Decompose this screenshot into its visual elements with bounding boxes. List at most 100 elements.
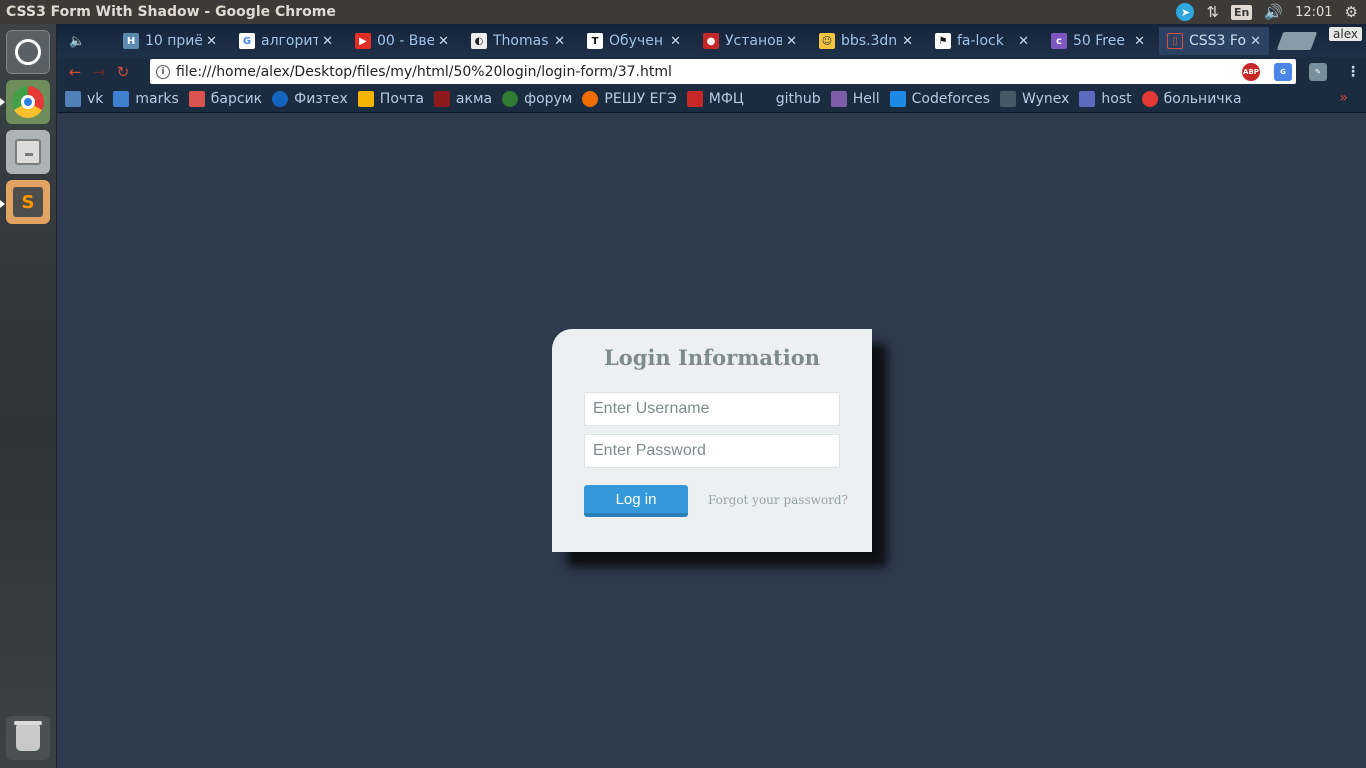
tab[interactable]: G алгорит ✕: [231, 27, 341, 55]
bookmark-item[interactable]: Физтех: [272, 91, 348, 107]
tab[interactable]: c 50 Free ✕: [1043, 27, 1153, 55]
bookmark-item[interactable]: больничка: [1141, 91, 1242, 107]
password-input[interactable]: [584, 434, 840, 468]
forward-arrow-icon[interactable]: →: [87, 63, 111, 81]
bookmark-item[interactable]: барсик: [188, 91, 263, 107]
bookmark-label: Hell: [852, 91, 880, 107]
bookmark-label: Wynex: [1022, 91, 1070, 107]
bookmark-item[interactable]: vk: [65, 91, 103, 107]
bookmark-label: Codeforces: [911, 91, 990, 107]
bookmark-item[interactable]: marks: [113, 91, 179, 107]
chevron-right-icon[interactable]: »: [1339, 90, 1348, 106]
tab-favicon-icon: ☺: [819, 33, 835, 49]
tab-label: Установ: [725, 33, 783, 49]
page-content: Login Information Log in Forgot your pas…: [57, 114, 1366, 768]
google-translate-icon[interactable]: G: [1274, 63, 1292, 81]
tab[interactable]: ◐ Thomas ✕: [463, 27, 573, 55]
close-icon[interactable]: ✕: [554, 34, 565, 49]
telegram-icon[interactable]: ➤: [1176, 3, 1195, 21]
reload-icon[interactable]: ↻: [111, 63, 135, 81]
adblock-icon[interactable]: ABP: [1242, 63, 1260, 81]
speaker-icon: 🔈: [69, 33, 86, 49]
updown-arrows-icon[interactable]: ⇅: [1206, 3, 1219, 21]
login-form: Login Information Log in Forgot your pas…: [552, 329, 872, 552]
bookmark-label: github: [775, 91, 821, 107]
info-icon[interactable]: i: [156, 64, 170, 79]
tab[interactable]: ☺ bbs.3dn ✕: [811, 27, 921, 55]
tab[interactable]: ▶ 00 - Вве ✕: [347, 27, 457, 55]
ubuntu-logo-icon: [15, 39, 41, 65]
tab[interactable]: ⚑ fa-lock ✕: [927, 27, 1037, 55]
menu-icon[interactable]: ⋮: [1344, 63, 1362, 81]
bookmark-label: marks: [135, 91, 179, 107]
tab-label: Thomas: [493, 33, 549, 49]
tab-favicon-icon: T: [587, 33, 603, 49]
tab-audio[interactable]: 🔈: [57, 27, 111, 55]
speaker-icon[interactable]: 🔊: [1264, 3, 1283, 21]
tab-label: 10 приё: [145, 33, 203, 49]
bookmark-item[interactable]: Codeforces: [889, 91, 990, 107]
bookmark-item[interactable]: форум: [502, 91, 572, 107]
chrome-launcher-button[interactable]: [6, 80, 50, 124]
bookmark-label: Почта: [379, 91, 424, 107]
tab-favicon-icon: ▶: [355, 33, 371, 49]
bookmark-item[interactable]: github: [753, 91, 821, 107]
close-icon[interactable]: ✕: [206, 34, 217, 49]
unity-launcher: S: [0, 24, 57, 768]
sublime-launcher-button[interactable]: S: [6, 180, 50, 224]
keyboard-layout-indicator[interactable]: En: [1231, 4, 1253, 20]
tab-strip: 🔈 H 10 приё ✕ G алгорит ✕ ▶ 00 - Вве ✕ ◐…: [57, 24, 1366, 57]
clock[interactable]: 12:01: [1295, 5, 1332, 20]
bookmark-item[interactable]: host: [1079, 91, 1132, 107]
tab-label: алгорит: [261, 33, 319, 49]
bookmark-item[interactable]: РЕШУ ЕГЭ: [582, 91, 677, 107]
running-indicator: [0, 98, 5, 106]
bookmark-favicon-icon: [272, 91, 289, 107]
bookmark-item[interactable]: акма: [433, 91, 493, 107]
files-launcher-button[interactable]: [6, 130, 50, 174]
bookmark-label: Физтех: [294, 91, 348, 107]
profile-button[interactable]: alex: [1329, 27, 1362, 41]
close-icon[interactable]: ✕: [670, 34, 681, 49]
tab-favicon-icon: ●: [703, 33, 719, 49]
tab-favicon-icon: ⚑: [935, 33, 951, 49]
bookmark-item[interactable]: Wynex: [1000, 91, 1069, 107]
tab-label: fa-lock: [957, 33, 1004, 49]
bookmark-favicon-icon: [686, 91, 703, 107]
bookmark-label: барсик: [210, 91, 263, 107]
trash-launcher-button[interactable]: [6, 716, 50, 760]
tab-label: CSS3 Fo: [1189, 33, 1247, 49]
tab[interactable]: ● Установ ✕: [695, 27, 805, 55]
forgot-password-link[interactable]: Forgot your password?: [708, 493, 848, 507]
bookmark-favicon-icon: [582, 91, 599, 107]
close-icon[interactable]: ✕: [1018, 34, 1029, 49]
login-button[interactable]: Log in: [584, 485, 688, 517]
bookmark-item[interactable]: Почта: [357, 91, 424, 107]
bookmark-label: vk: [87, 91, 104, 107]
close-icon[interactable]: ✕: [1250, 34, 1261, 49]
tab[interactable]: H 10 приё ✕: [115, 27, 225, 55]
username-input[interactable]: [584, 392, 840, 426]
close-icon[interactable]: ✕: [322, 34, 333, 49]
close-icon[interactable]: ✕: [902, 34, 913, 49]
sublime-icon: S: [13, 187, 43, 217]
tab-active[interactable]: ▯ CSS3 Fo ✕: [1159, 27, 1269, 55]
bookmarks-bar: vk marks барсик Физтех Почта акма форум …: [57, 86, 1366, 113]
bookmark-item[interactable]: МФЦ: [686, 91, 744, 107]
bookmark-favicon-icon: [357, 91, 374, 107]
extension-tool-icon[interactable]: ✎: [1309, 63, 1327, 81]
bookmark-item[interactable]: Hell: [830, 91, 880, 107]
close-icon[interactable]: ✕: [438, 34, 449, 49]
bookmark-favicon-icon: [1141, 91, 1158, 107]
tab[interactable]: T Обучен ✕: [579, 27, 689, 55]
new-tab-button[interactable]: [1276, 32, 1318, 50]
back-arrow-icon[interactable]: ←: [63, 63, 87, 81]
bookmark-label: акма: [455, 91, 493, 107]
gear-icon[interactable]: ⚙: [1345, 3, 1358, 21]
trash-icon: [14, 721, 42, 751]
dash-home-button[interactable]: [6, 30, 50, 74]
url-text[interactable]: file:///home/alex/Desktop/files/my/html/…: [176, 64, 1277, 80]
close-icon[interactable]: ✕: [786, 34, 797, 49]
close-icon[interactable]: ✕: [1134, 34, 1145, 49]
address-bar[interactable]: i file:///home/alex/Desktop/files/my/htm…: [150, 59, 1296, 84]
